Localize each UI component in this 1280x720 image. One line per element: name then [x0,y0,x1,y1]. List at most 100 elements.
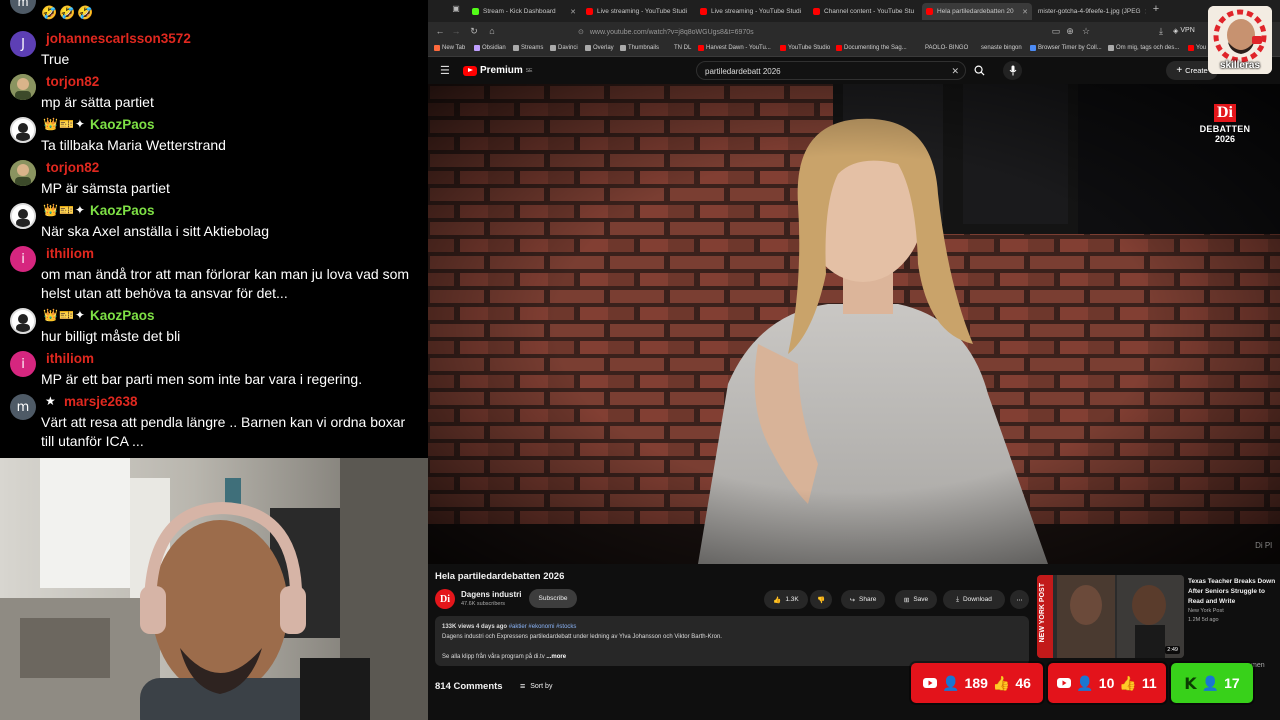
chat-username[interactable]: KaozPaos [90,117,155,132]
youtube-icon [1057,678,1072,688]
vpn-button[interactable]: ◈ VPN [1173,27,1195,35]
upload-date: 4 days ago [476,624,508,630]
description-box[interactable]: 133K views 4 days ago #aktier #ekonomi #… [435,616,1029,666]
download-icon: ⤓ [956,595,959,603]
bookmark-item[interactable]: Streams [513,45,543,51]
tab-live-streaming-2[interactable]: Live streaming - YouTube Studi ✕ [696,3,806,20]
chat-username[interactable]: KaozPaos [90,203,155,218]
download-button[interactable]: ⤓ Download [943,590,1005,609]
hashtags[interactable]: #aktier #ekonomi #stocks [509,624,577,630]
youtube-icon [700,8,707,15]
reload-icon[interactable]: ↻ [468,26,480,37]
bookmark-item[interactable]: PAOLO- BINGO [925,45,968,51]
show-more-link[interactable]: ...more [546,654,566,660]
youtube-logo[interactable]: Premium SE [463,65,532,76]
recommended-stats: 1.2M 5d ago [1188,617,1219,623]
bookmark-item[interactable]: TN DL [674,45,691,51]
video-player[interactable]: Di DEBATTEN 2026 Di Pl [428,84,1280,564]
close-icon[interactable]: ✕ [691,8,692,16]
tab-partiledardebatten[interactable]: Hela partiledardebatten 20 ✕ [922,3,1032,20]
bookmark-item[interactable]: Harvest Dawn - YouTu... [698,45,771,51]
bookmark-item[interactable]: Browser Timer by Coll... [1030,45,1102,51]
recommended-thumbnail[interactable]: NEW YORK POST 2:49 [1037,575,1184,658]
close-icon[interactable]: ✕ [805,8,806,16]
tab-image[interactable]: mister-gotcha-4-9feefe-1.jpg (JPEG ✕ [1034,3,1146,20]
share-button[interactable]: ↪ Share [841,590,885,609]
bookmark-item[interactable]: Om mig, tags och des... [1108,45,1179,51]
chat-avatar [10,308,36,334]
site-info-icon[interactable]: ⊙ [578,28,584,36]
bookmark-item[interactable]: Obsidian [474,45,506,51]
chat-text: Värt att resa att pendla längre .. Barne… [41,414,406,449]
search-button[interactable] [970,61,988,80]
chat-avatar: m [10,394,36,420]
tab-live-streaming-1[interactable]: Live streaming - YouTube Studi ✕ [582,3,692,20]
bookmark-item[interactable]: New Tab [434,45,465,51]
new-tab-icon[interactable]: + [1150,3,1162,15]
recommended-channel[interactable]: New York Post [1188,608,1224,614]
chat-username[interactable]: johannescarlsson3572 [46,31,191,46]
chat-username[interactable]: torjon82 [46,74,99,89]
bookmark-item[interactable]: Davinci [550,45,578,51]
like-button[interactable]: 👍 1.3K [764,590,808,609]
search-input[interactable]: partiledardebatt 2026 ✕ [696,61,966,80]
close-icon[interactable]: ✕ [1145,8,1146,16]
subscriber-count: 47.6K subscribers [461,601,506,607]
bookmark-item[interactable]: Documenting the Sag... [836,45,907,51]
tab-kick-dashboard[interactable]: Stream - Kick Dashboard ✕ [468,3,580,20]
tab-menu-icon[interactable]: ▣ [450,4,462,13]
close-icon[interactable]: ✕ [918,8,919,16]
bookmark-star-icon[interactable]: ☆ [1080,26,1092,37]
more-actions-button[interactable]: ⋯ [1010,590,1029,609]
bookmark-item[interactable]: You [1188,45,1206,51]
recommended-snippet: men [1251,662,1265,669]
chat-username[interactable]: ithiliom [46,351,94,366]
hamburger-menu-icon[interactable]: ☰ [440,64,450,77]
thumbs-down-icon: 👎 [816,596,826,604]
di-logo: Di [1214,104,1236,122]
chat-username[interactable]: torjon82 [46,160,99,175]
bookmark-label: Davinci [558,45,578,51]
subscribe-button[interactable]: Subscribe [529,589,577,608]
save-button[interactable]: ⊞ Save [895,590,937,609]
bookmark-item[interactable]: YouTube Studio [780,45,830,51]
bookmark-item[interactable]: Overlay [585,45,614,51]
url-text: www.youtube.com/watch?v=j8q8oWGUgs8&t=69… [589,28,754,36]
more-icon: ⋯ [1016,596,1023,604]
chat-username[interactable]: ithiliom [46,246,94,261]
close-icon[interactable]: ✕ [1022,8,1028,16]
kick-stats-widget: K 👤 17 [1171,663,1253,703]
webcam-image [0,458,428,720]
zoom-icon[interactable]: ⊕ [1064,26,1076,37]
tab-channel-content[interactable]: Channel content - YouTube Stu ✕ [809,3,919,20]
clear-search-icon[interactable]: ✕ [951,66,959,77]
recommended-video[interactable]: NEW YORK POST 2:49 Texas Teacher Breaks … [1037,575,1280,658]
chat-avatar: J [10,31,36,57]
chat-username[interactable]: marsje2638 [64,394,138,409]
bookmark-icon: ⊞ [903,596,910,604]
back-icon[interactable]: ← [434,26,446,36]
channel-avatar[interactable]: Di [435,589,455,609]
chat-text: MP är ett bar parti men som inte bar var… [41,371,363,387]
close-icon[interactable]: ✕ [570,8,576,16]
sort-label: Sort by [530,682,553,690]
chat-avatar [10,203,36,229]
chat-username[interactable]: KaozPaos [90,308,155,323]
chat-text: True [41,51,70,67]
download-label: Download [962,596,992,603]
chat-emojis: 🤣🤣🤣 [41,5,96,20]
home-icon[interactable]: ⌂ [486,26,498,36]
download-icon[interactable]: ⤓ [1155,26,1167,37]
recommended-title[interactable]: Texas Teacher Breaks Down After Seniors … [1188,577,1278,607]
bookmark-item[interactable]: Thumbnails [620,45,659,51]
bookmark-item[interactable]: senaste bingon [981,45,1022,51]
tab-label: Channel content - YouTube Stu [824,8,915,15]
url-field[interactable]: ⊙ www.youtube.com/watch?v=j8q8oWGUgs8&t=… [578,26,1058,38]
voice-search-button[interactable] [1003,61,1022,80]
forward-icon[interactable]: → [450,26,462,36]
channel-name[interactable]: Dagens industri [461,590,521,599]
dislike-button[interactable]: 👎 [810,590,832,609]
tab-strip: ▣ Stream - Kick Dashboard ✕ Live streami… [428,0,1280,22]
screen-icon[interactable]: ▭ [1050,26,1062,37]
sort-button[interactable]: ≡ Sort by [520,681,552,691]
